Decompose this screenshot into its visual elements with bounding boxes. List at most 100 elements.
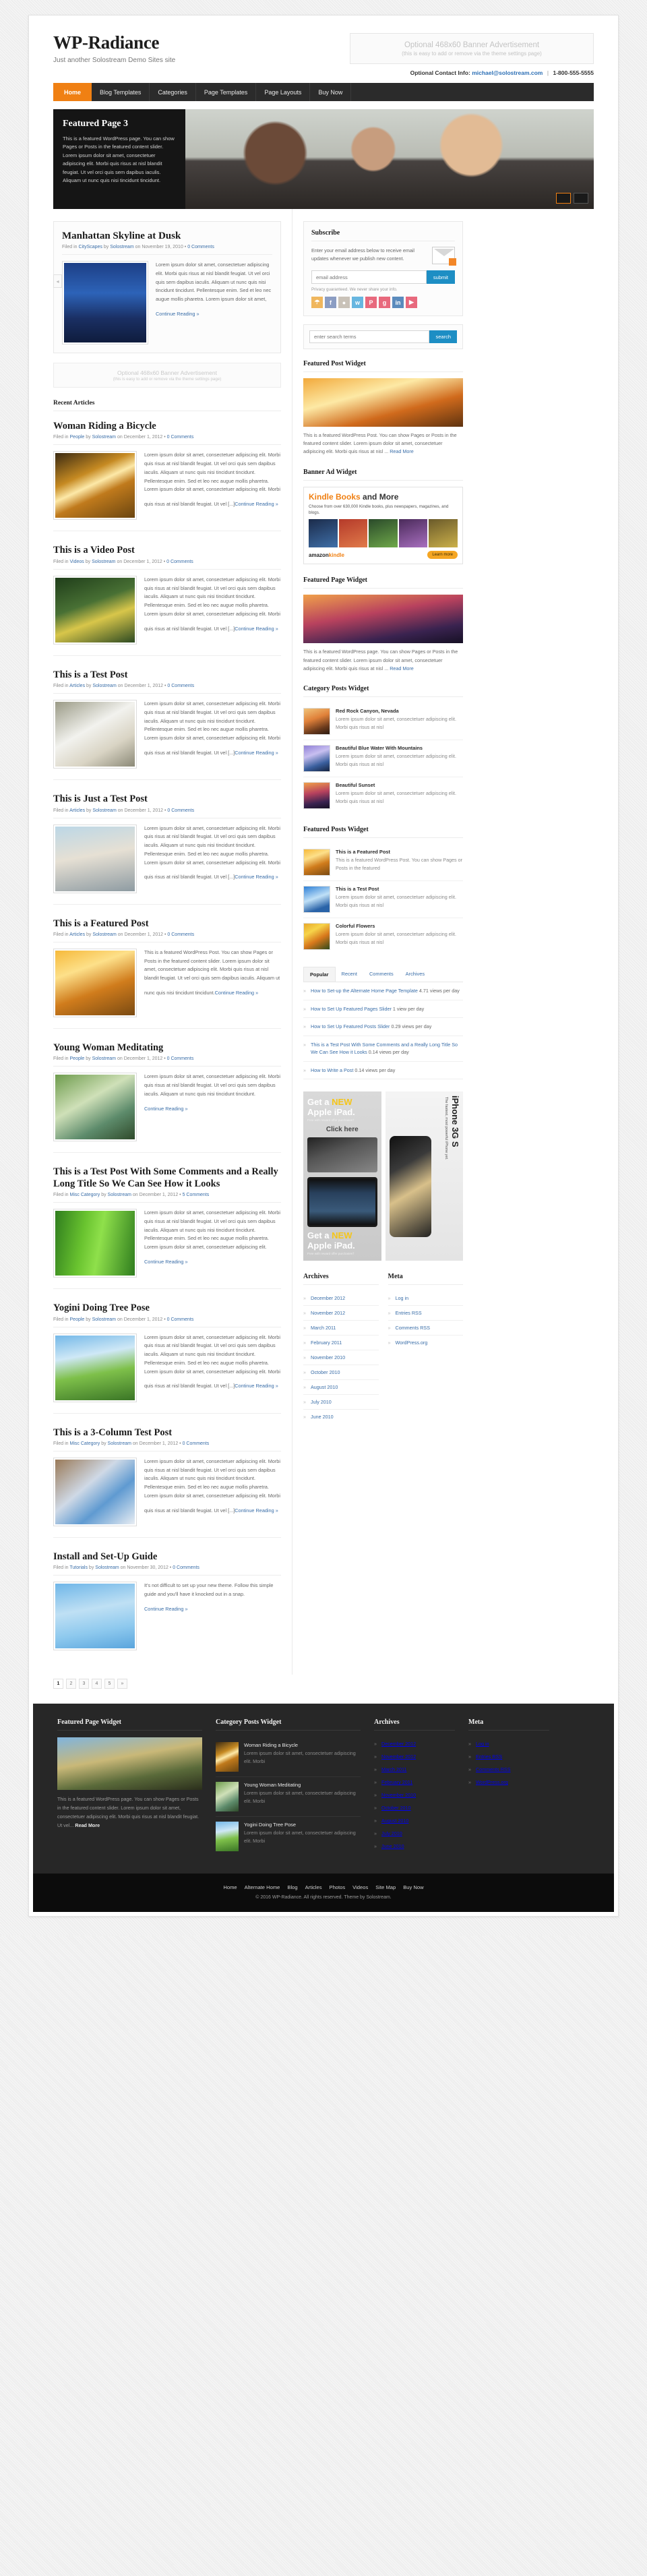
footer-post-title[interactable]: Woman Riding a Bicycle <box>244 1742 361 1748</box>
article-title[interactable]: This is Just a Test Post <box>53 793 281 805</box>
article-more-link[interactable]: Continue Reading » <box>235 500 278 509</box>
kindle-cta-button[interactable]: Learn more <box>427 551 458 560</box>
googleplus-icon[interactable]: g <box>379 297 390 308</box>
article-more-link[interactable]: Continue Reading » <box>235 1507 278 1516</box>
article-more-link[interactable]: Continue Reading » <box>215 989 259 998</box>
site-title[interactable]: WP-Radiance <box>53 32 175 53</box>
archive-item-link[interactable]: July 2010 <box>311 1399 332 1405</box>
tab-bar[interactable]: Popular Recent Comments Archives <box>303 967 463 982</box>
pagination[interactable]: 1 2 3 4 5» <box>29 1675 618 1704</box>
article-thumbnail[interactable] <box>53 451 137 520</box>
nav-item-categories[interactable]: Categories <box>150 83 196 101</box>
meta-author-link[interactable]: Solostream <box>110 245 133 249</box>
subscribe-submit-button[interactable]: submit <box>426 270 455 284</box>
footer-post-title[interactable]: Yogini Doing Tree Pose <box>244 1822 361 1828</box>
meta-item-link[interactable]: Comments RSS <box>396 1325 431 1331</box>
kindle-ad[interactable]: Kindle Books and More Choose from over 6… <box>303 486 463 565</box>
article-comments-link[interactable]: 0 Comments <box>167 808 194 813</box>
footer-archive-item-link[interactable]: March 2011 <box>381 1766 406 1772</box>
pagination-page-1[interactable]: 1 <box>53 1679 63 1689</box>
article-comments-link[interactable]: 0 Comments <box>167 435 194 440</box>
search-widget[interactable]: search <box>303 324 463 349</box>
article-thumbnail[interactable] <box>53 1073 137 1142</box>
tab-item-link[interactable]: How to Write a Post <box>311 1067 353 1073</box>
widget-post-title[interactable]: Beautiful Sunset <box>336 782 463 788</box>
article-author-link[interactable]: Solostream <box>108 1441 131 1446</box>
featured-post-widget-image[interactable] <box>303 378 463 427</box>
featured-post-title[interactable]: Manhattan Skyline at Dusk <box>62 230 272 242</box>
article-author-link[interactable]: Solostream <box>92 684 116 688</box>
article-more-link[interactable]: Continue Reading » <box>235 625 278 634</box>
search-input[interactable] <box>309 330 430 343</box>
widget-post-thumbnail[interactable] <box>303 745 330 772</box>
footer-meta-item-link[interactable]: WordPress.org <box>476 1779 508 1785</box>
ipad-ad-cta[interactable]: Click here <box>307 1126 377 1133</box>
footer-nav-alternate-home[interactable]: Alternate Home <box>245 1884 280 1890</box>
rss-icon[interactable]: ☂ <box>311 297 323 308</box>
footer-featured-page-image[interactable] <box>57 1737 202 1791</box>
article-thumbnail[interactable] <box>53 824 137 893</box>
article-thumbnail[interactable] <box>53 575 137 645</box>
footer-post-thumbnail[interactable] <box>216 1782 239 1812</box>
widget-post-thumbnail[interactable] <box>303 849 330 876</box>
footer-featured-page-more[interactable]: Read More <box>75 1822 100 1828</box>
article-title[interactable]: This is a Test Post With Some Comments a… <box>53 1166 281 1190</box>
social-icons[interactable]: ☂ f ● w P g in ▶ <box>311 297 455 308</box>
article-category-link[interactable]: Tutorials <box>69 1565 88 1570</box>
footer-archive-item-link[interactable]: December 2012 <box>381 1741 416 1747</box>
tab-item-link[interactable]: How to Set Up Featured Posts Slider <box>311 1023 390 1029</box>
widget-post-title[interactable]: Colorful Flowers <box>336 923 463 929</box>
iphone-ad[interactable]: iPhone 3G S The fastest, most powerful i… <box>385 1091 463 1261</box>
tab-archives[interactable]: Archives <box>400 967 431 982</box>
tab-item-link[interactable]: How to Set Up Featured Pages Slider <box>311 1006 392 1012</box>
footer-nav-buy-now[interactable]: Buy Now <box>403 1884 423 1890</box>
footer-meta-item-link[interactable]: Comments RSS <box>476 1766 511 1772</box>
footer-archive-item-link[interactable]: November 2012 <box>381 1754 416 1760</box>
archive-item-link[interactable]: October 2010 <box>311 1369 340 1375</box>
archive-item-link[interactable]: December 2012 <box>311 1295 345 1301</box>
article-more-link[interactable]: Continue Reading » <box>144 1258 188 1267</box>
youtube-icon[interactable]: ▶ <box>406 297 417 308</box>
footer-post-thumbnail[interactable] <box>216 1742 239 1772</box>
article-comments-link[interactable]: 0 Comments <box>166 560 193 564</box>
article-thumbnail[interactable] <box>53 948 137 1017</box>
article-more-link[interactable]: Continue Reading » <box>144 1605 188 1614</box>
pagination-page-4[interactable]: 4 <box>92 1679 102 1689</box>
instagram-icon[interactable]: ● <box>338 297 350 308</box>
prev-arrow-icon[interactable]: ◂ <box>53 274 62 288</box>
article-title[interactable]: Yogini Doing Tree Pose <box>53 1302 281 1314</box>
widget-post-title[interactable]: This is a Test Post <box>336 886 463 892</box>
article-thumbnail[interactable] <box>53 700 137 769</box>
pagination-page-»[interactable]: » <box>117 1679 127 1689</box>
footer-post-thumbnail[interactable] <box>216 1822 239 1852</box>
article-thumbnail[interactable] <box>53 1333 137 1402</box>
footer-meta-item-link[interactable]: Entries RSS <box>476 1754 502 1760</box>
facebook-icon[interactable]: f <box>325 297 336 308</box>
footer-nav-videos[interactable]: Videos <box>352 1884 368 1890</box>
article-more-link[interactable]: Continue Reading » <box>144 1105 188 1114</box>
article-author-link[interactable]: Solostream <box>108 1193 131 1197</box>
featured-post-more-link[interactable]: Continue Reading » <box>156 310 199 319</box>
footer-nav-articles[interactable]: Articles <box>305 1884 322 1890</box>
article-comments-link[interactable]: 0 Comments <box>183 1441 210 1446</box>
meta-item-link[interactable]: Log in <box>396 1295 409 1301</box>
tab-popular[interactable]: Popular <box>303 967 336 982</box>
footer-nav-blog[interactable]: Blog <box>287 1884 297 1890</box>
featured-post-thumbnail[interactable] <box>62 261 148 345</box>
meta-comments-link[interactable]: 0 Comments <box>187 245 214 249</box>
article-title[interactable]: This is a Test Post <box>53 669 281 681</box>
article-category-link[interactable]: People <box>70 1317 85 1322</box>
archive-item-link[interactable]: November 2010 <box>311 1354 345 1360</box>
tab-comments[interactable]: Comments <box>363 967 400 982</box>
archive-item-link[interactable]: February 2011 <box>311 1340 342 1346</box>
nav-item-page-layouts[interactable]: Page Layouts <box>256 83 311 101</box>
article-category-link[interactable]: Articles <box>69 684 85 688</box>
footer-nav-home[interactable]: Home <box>223 1884 237 1890</box>
article-comments-link[interactable]: 0 Comments <box>167 684 194 688</box>
article-more-link[interactable]: Continue Reading » <box>235 1382 278 1391</box>
slider-thumb-1[interactable] <box>556 193 571 204</box>
archive-item-link[interactable]: March 2011 <box>311 1325 336 1331</box>
article-category-link[interactable]: Articles <box>69 808 85 813</box>
article-thumbnail[interactable] <box>53 1209 137 1278</box>
article-title[interactable]: This is a Featured Post <box>53 918 281 930</box>
